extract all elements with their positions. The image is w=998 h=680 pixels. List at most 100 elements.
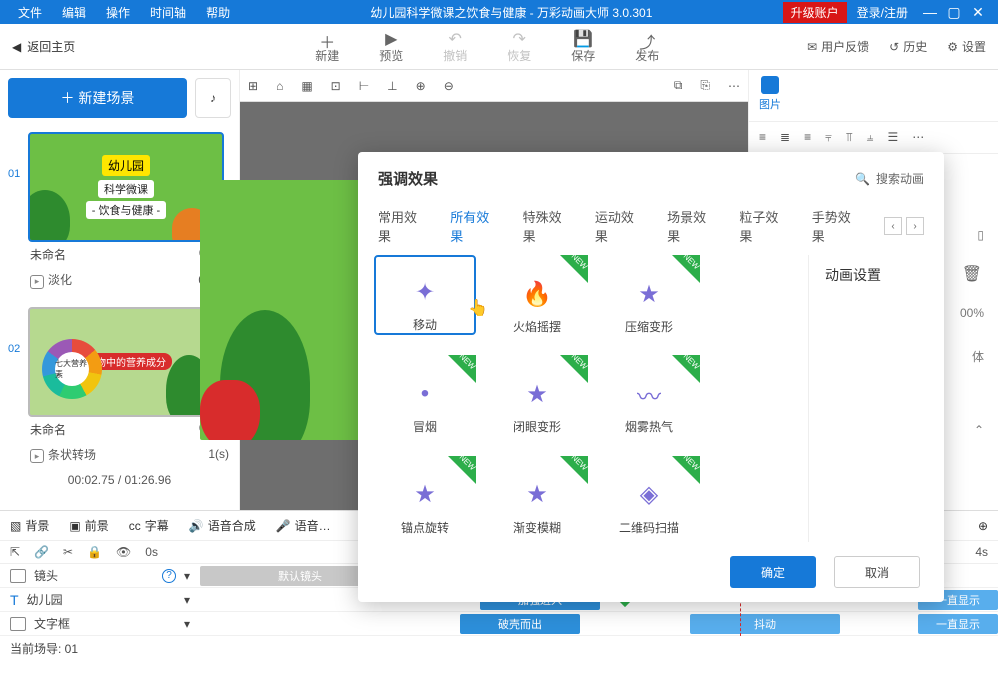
scene-thumbnail[interactable]: 幼儿园 科学微课 - 饮食与健康 -: [28, 132, 224, 242]
tab-subtitle[interactable]: cc字幕: [129, 517, 169, 534]
menu-action[interactable]: 操作: [96, 4, 140, 21]
fit-icon[interactable]: ⌂: [276, 79, 283, 93]
help-icon[interactable]: ?: [162, 569, 176, 583]
effect-item[interactable]: •冒烟: [374, 355, 476, 435]
chevron-down-icon[interactable]: ▾: [184, 569, 190, 583]
snap-icon[interactable]: ⊡: [331, 79, 341, 93]
cut-icon[interactable]: ✂: [63, 545, 73, 559]
effects-grid: ✦移动🔥火焰摇摆★压缩变形 •冒烟★闭眼变形〰烟雾热气 ★锚点旋转★渐变模糊◈二维码…: [374, 255, 802, 542]
tab-all-effects[interactable]: 所有效果: [450, 207, 500, 245]
scroll-left-button[interactable]: ‹: [884, 217, 902, 235]
menu-timeline[interactable]: 时间轴: [140, 4, 196, 21]
upgrade-button[interactable]: 升级账户: [783, 2, 847, 23]
more-icon[interactable]: ⋯: [728, 79, 740, 93]
feedback-button[interactable]: ✉用户反馈: [807, 38, 869, 55]
grid-icon[interactable]: ▦: [301, 79, 312, 93]
tab-special-effects[interactable]: 特殊效果: [523, 207, 573, 245]
search-animation[interactable]: 🔍搜索动画: [855, 170, 924, 187]
align-middle-icon[interactable]: ⫪: [846, 130, 853, 145]
transition-name[interactable]: 淡化: [48, 273, 72, 287]
ruler-icon[interactable]: ⊞: [248, 79, 258, 93]
link-icon[interactable]: 🔗: [34, 545, 49, 559]
zoomin-icon[interactable]: ⊕: [416, 79, 426, 93]
chevron-down-icon[interactable]: ▾: [184, 617, 190, 631]
effect-label: 二维码扫描: [619, 519, 679, 536]
align-more-icon[interactable]: ⋯: [912, 130, 924, 145]
paste-icon[interactable]: ⎘: [700, 78, 710, 93]
effect-item[interactable]: ★渐变模糊: [486, 456, 588, 536]
tab-foreground[interactable]: ▣前景: [69, 517, 108, 534]
settings-button[interactable]: ⚙设置: [947, 38, 986, 55]
align-bottom-icon[interactable]: ⫨: [867, 130, 874, 145]
track-textbox[interactable]: 文字框▾ 破壳而出 抖动 一直显示: [0, 612, 998, 636]
effect-label: 火焰摇摆: [513, 318, 561, 335]
tab-motion-effects[interactable]: 运动效果: [595, 207, 645, 245]
chevron-up-icon[interactable]: ⌃: [974, 423, 984, 437]
publish-button[interactable]: ⤴发布: [615, 29, 679, 64]
tab-scene-effects[interactable]: 场景效果: [667, 207, 717, 245]
new-scene-button[interactable]: ＋ 新建场景: [8, 78, 187, 118]
align-h-icon[interactable]: ⊥: [387, 79, 397, 93]
preview-button[interactable]: ▶预览: [359, 29, 423, 64]
effects-popup: 强调效果 🔍搜索动画 常用效果 所有效果 特殊效果 运动效果 场景效果 粒子效果…: [358, 152, 944, 602]
back-home-button[interactable]: ◀ 返回主页: [12, 38, 75, 55]
tab-gesture-effects[interactable]: 手势效果: [812, 207, 862, 245]
ruler-start: 0s: [145, 545, 158, 559]
effect-item[interactable]: ★锚点旋转: [374, 456, 476, 536]
camera-icon: [10, 569, 26, 583]
lock-icon[interactable]: 🔒: [87, 545, 102, 559]
tab-voice[interactable]: 🎤语音…: [276, 517, 331, 534]
eye-icon[interactable]: 👁: [116, 545, 131, 559]
login-button[interactable]: 登录/注册: [857, 4, 908, 21]
effect-item[interactable]: 🔥火焰摇摆: [486, 255, 588, 335]
align-right-icon[interactable]: ≡: [804, 130, 811, 145]
align-left-icon[interactable]: ≡: [759, 130, 766, 145]
trash-icon[interactable]: 🗑: [962, 264, 982, 284]
clip-break[interactable]: 破壳而出: [460, 614, 580, 634]
save-button[interactable]: 💾保存: [551, 29, 615, 64]
undo-button[interactable]: ↶撤销: [423, 29, 487, 64]
menu-edit[interactable]: 编辑: [52, 4, 96, 21]
cancel-button[interactable]: 取消: [834, 556, 920, 588]
new-button[interactable]: ＋新建: [295, 29, 359, 64]
effect-item[interactable]: 〰烟雾热气: [598, 355, 700, 435]
effect-item[interactable]: ★闭眼变形: [486, 355, 588, 435]
maximize-button[interactable]: ▢: [942, 4, 966, 21]
tab-common-effects[interactable]: 常用效果: [378, 207, 428, 245]
align-dist-icon[interactable]: ☰: [887, 130, 898, 145]
effect-item[interactable]: ✦移动: [374, 255, 476, 335]
redo-button[interactable]: ↷恢复: [487, 29, 551, 64]
add-track-icon[interactable]: ⊕: [978, 519, 988, 533]
scene-item[interactable]: 01 幼儿园 科学微课 - 饮食与健康 - 未命名00:03 ▸淡化0.2(s): [8, 132, 231, 293]
expand-icon[interactable]: ⇱: [10, 545, 20, 559]
close-button[interactable]: ✕: [966, 4, 990, 21]
align-top-icon[interactable]: ⫧: [825, 130, 832, 145]
placeholder-icon[interactable]: ▯: [977, 228, 984, 242]
copy-icon[interactable]: ⧉: [674, 78, 683, 93]
tab-image[interactable]: 图片: [759, 76, 781, 112]
zoomout-icon[interactable]: ⊖: [444, 79, 454, 93]
toolbar-label: 发布: [635, 47, 659, 64]
menu-help[interactable]: 帮助: [196, 4, 240, 21]
minimize-button[interactable]: —: [918, 4, 942, 20]
scene-item[interactable]: 02 食物中的营养成分 七大营养素 未命名00:07 ▸条状转场1(s): [8, 307, 231, 468]
effect-item[interactable]: ◈二维码扫描: [598, 456, 700, 536]
menu-file[interactable]: 文件: [8, 4, 52, 21]
ruler-end: 4s: [975, 545, 988, 559]
ok-button[interactable]: 确定: [730, 556, 816, 588]
scroll-right-button[interactable]: ›: [906, 217, 924, 235]
effect-item[interactable]: ★压缩变形: [598, 255, 700, 335]
tab-particle-effects[interactable]: 粒子效果: [739, 207, 789, 245]
history-button[interactable]: ↺历史: [889, 38, 927, 55]
search-placeholder: 搜索动画: [876, 170, 924, 187]
clip-shake[interactable]: 抖动: [690, 614, 840, 634]
music-button[interactable]: ♪: [195, 78, 231, 118]
chevron-down-icon[interactable]: ▾: [184, 593, 190, 607]
align-center-icon[interactable]: ≣: [780, 130, 790, 145]
align-v-icon[interactable]: ⊢: [359, 79, 369, 93]
clip-stay[interactable]: 一直显示: [918, 614, 998, 634]
tab-background[interactable]: ▧背景: [10, 517, 49, 534]
transition-name[interactable]: 条状转场: [48, 448, 96, 462]
tab-tts[interactable]: 🔊语音合成: [189, 517, 256, 534]
scene-thumbnail[interactable]: 食物中的营养成分 七大营养素: [28, 307, 224, 417]
